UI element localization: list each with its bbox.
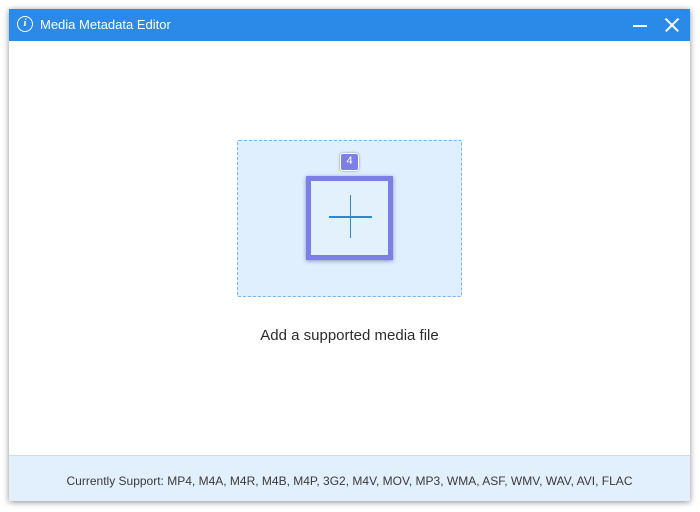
info-icon: i [17,16,33,32]
window-title: Media Metadata Editor [40,17,171,32]
step-badge: 4 [340,153,359,171]
app-window: i Media Metadata Editor 4 Add a supporte… [9,9,690,501]
close-button[interactable] [660,13,684,37]
add-file-button[interactable] [306,176,393,260]
supported-formats-text: Currently Support: MP4, M4A, M4R, M4B, M… [66,474,633,488]
minimize-button[interactable] [628,13,652,37]
footer-bar: Currently Support: MP4, M4A, M4R, M4B, M… [9,455,690,501]
add-file-label: Add a supported media file [260,327,439,344]
plus-icon-vertical [349,195,351,238]
title-bar[interactable]: i Media Metadata Editor [9,9,690,41]
